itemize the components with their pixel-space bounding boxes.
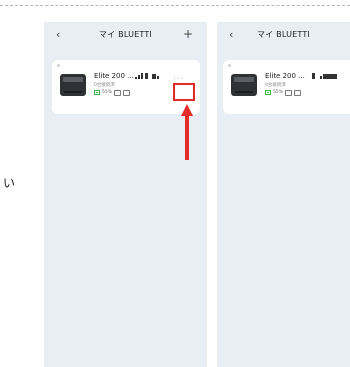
more-button-highlight	[173, 83, 195, 101]
page-title: マイ BLUETTI	[257, 30, 310, 39]
battery-icon	[94, 90, 100, 95]
device-image	[231, 74, 257, 96]
wifi-icon	[135, 73, 143, 79]
battery-row: 55%	[265, 89, 302, 96]
dashed-divider	[0, 5, 350, 6]
ac-output-icon	[114, 89, 122, 96]
device-name: Elite 200 ...	[94, 72, 134, 80]
header: ‹ マイ BLUETTI	[217, 22, 350, 50]
battery-row: 55%	[94, 89, 131, 96]
battery-percent: 55%	[102, 90, 113, 95]
right-phone-screen: ‹ マイ BLUETTI Elite 200 ... 0台接続済 55%	[217, 22, 350, 367]
device-image	[60, 74, 86, 96]
signal-icon	[320, 73, 337, 79]
dc-output-icon	[123, 89, 131, 96]
signal-icon	[152, 73, 159, 79]
more-dots-icon[interactable]: ···	[173, 74, 184, 83]
battery-percent: 55%	[273, 90, 284, 95]
side-text: い	[3, 176, 16, 190]
device-name: Elite 200 ...	[265, 72, 305, 80]
header: ‹ マイ BLUETTI +	[44, 22, 207, 50]
dc-output-icon	[294, 89, 302, 96]
ac-output-icon	[285, 89, 293, 96]
battery-icon	[265, 90, 271, 95]
bluetooth-icon	[312, 73, 315, 79]
plus-icon[interactable]: +	[183, 27, 193, 41]
left-phone-screen: ‹ マイ BLUETTI + Elite 200 ... 0台接続済 55% ·…	[44, 22, 207, 367]
device-subtitle: 0台接続済	[265, 83, 286, 88]
device-card[interactable]: Elite 200 ... 0台接続済 55%	[223, 60, 350, 114]
status-dot	[228, 64, 231, 67]
bluetooth-icon	[145, 73, 148, 79]
device-subtitle: 0台接続済	[94, 83, 115, 88]
status-dot	[57, 64, 60, 67]
